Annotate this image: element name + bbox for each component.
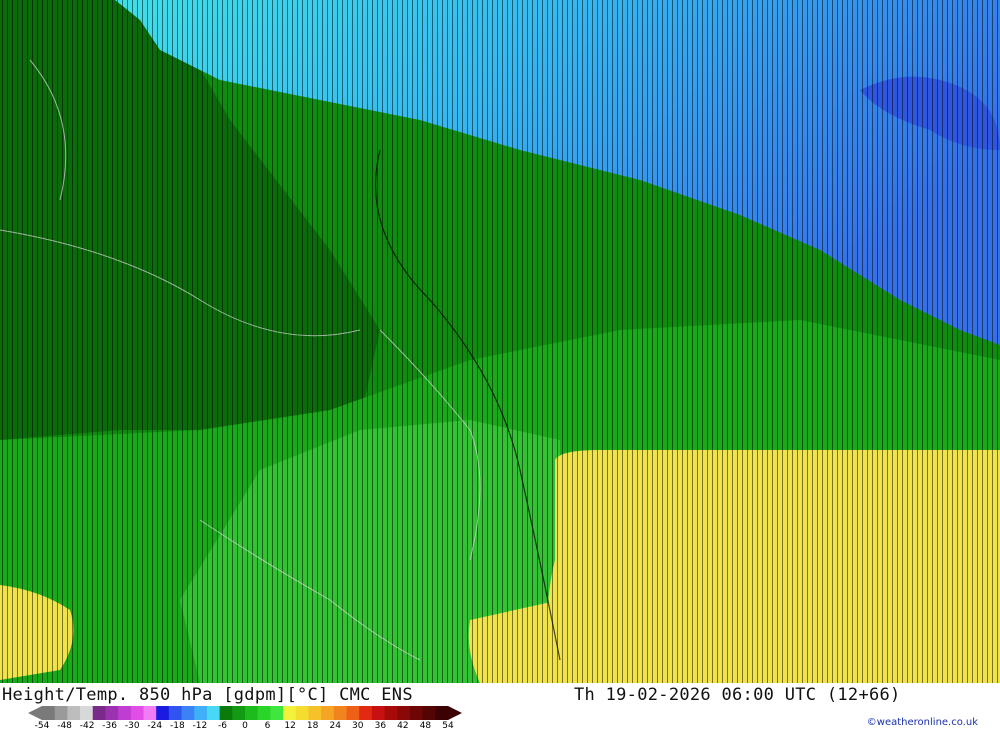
scale-swatch — [270, 706, 284, 720]
scale-swatch — [232, 706, 246, 720]
scale-tick-label: 12 — [284, 721, 296, 731]
color-scale-ticks: -54 -48 -42 -36 -30 -24 -18 -12 -6 0 6 12 18 24 30 36 42… — [28, 721, 468, 733]
scale-swatch — [346, 706, 360, 720]
scale-swatch — [257, 706, 271, 720]
scale-swatch — [371, 706, 386, 720]
contour-hatch — [0, 0, 1000, 683]
scale-tick-label: 36 — [374, 721, 387, 731]
scale-swatch — [143, 706, 157, 720]
scale-swatch — [283, 706, 297, 720]
scale-swatch — [245, 706, 259, 720]
valid-time: Th 19-02-2026 06:00 UTC (12+66) — [574, 685, 901, 705]
scale-swatch — [118, 706, 132, 720]
scale-swatch — [42, 706, 56, 720]
scale-tick-label: 42 — [397, 721, 409, 731]
scale-tick-label: 6 — [264, 721, 271, 731]
scale-swatch — [321, 706, 335, 720]
scale-swatch — [206, 706, 221, 720]
scale-swatch — [308, 706, 322, 720]
scale-arrow-right — [448, 706, 462, 720]
scale-arrow-left — [28, 706, 42, 720]
scale-tick-label: 18 — [306, 721, 319, 731]
scale-swatch — [359, 706, 373, 720]
map-title: Height/Temp. 850 hPa [gdpm][°C] CMC ENS — [2, 685, 413, 705]
scale-swatch — [295, 706, 309, 720]
scale-tick-label: 54 — [442, 721, 454, 731]
scale-swatch — [409, 706, 424, 720]
scale-tick-label: -24 — [147, 721, 163, 731]
credit-link[interactable]: ©weatheronline.co.uk — [867, 717, 978, 728]
scale-swatch — [422, 706, 436, 720]
scale-tick-label: 30 — [352, 721, 364, 731]
scale-swatch — [397, 706, 411, 720]
scale-tick-label: -36 — [102, 721, 118, 731]
scale-tick-label: -30 — [124, 721, 140, 731]
scale-tick-label: -42 — [79, 721, 95, 731]
scale-swatch — [181, 706, 195, 720]
scale-tick-label: -12 — [192, 721, 208, 731]
scale-tick-label: -48 — [57, 721, 72, 731]
weather-map — [0, 0, 1000, 683]
scale-swatch — [67, 706, 81, 720]
scale-tick-label: -6 — [217, 721, 227, 731]
color-scale-bar — [28, 706, 462, 720]
scale-swatch — [384, 706, 398, 720]
scale-tick-label: -18 — [169, 721, 185, 731]
scale-tick-label: 0 — [242, 721, 248, 731]
scale-swatch — [194, 706, 208, 720]
scale-swatch — [156, 706, 170, 720]
scale-tick-label: 48 — [419, 721, 432, 731]
map-footer: Height/Temp. 850 hPa [gdpm][°C] CMC ENS … — [0, 683, 1000, 733]
scale-swatch — [168, 706, 183, 720]
scale-swatch — [435, 706, 449, 720]
scale-swatch — [333, 706, 347, 720]
scale-swatch — [92, 706, 106, 720]
scale-swatch — [80, 706, 94, 720]
scale-swatch — [54, 706, 68, 720]
scale-swatch — [105, 706, 119, 720]
scale-swatch — [219, 706, 233, 720]
scale-tick-label: -54 — [34, 721, 50, 731]
scale-swatch — [130, 706, 144, 720]
scale-tick-label: 24 — [329, 721, 341, 731]
